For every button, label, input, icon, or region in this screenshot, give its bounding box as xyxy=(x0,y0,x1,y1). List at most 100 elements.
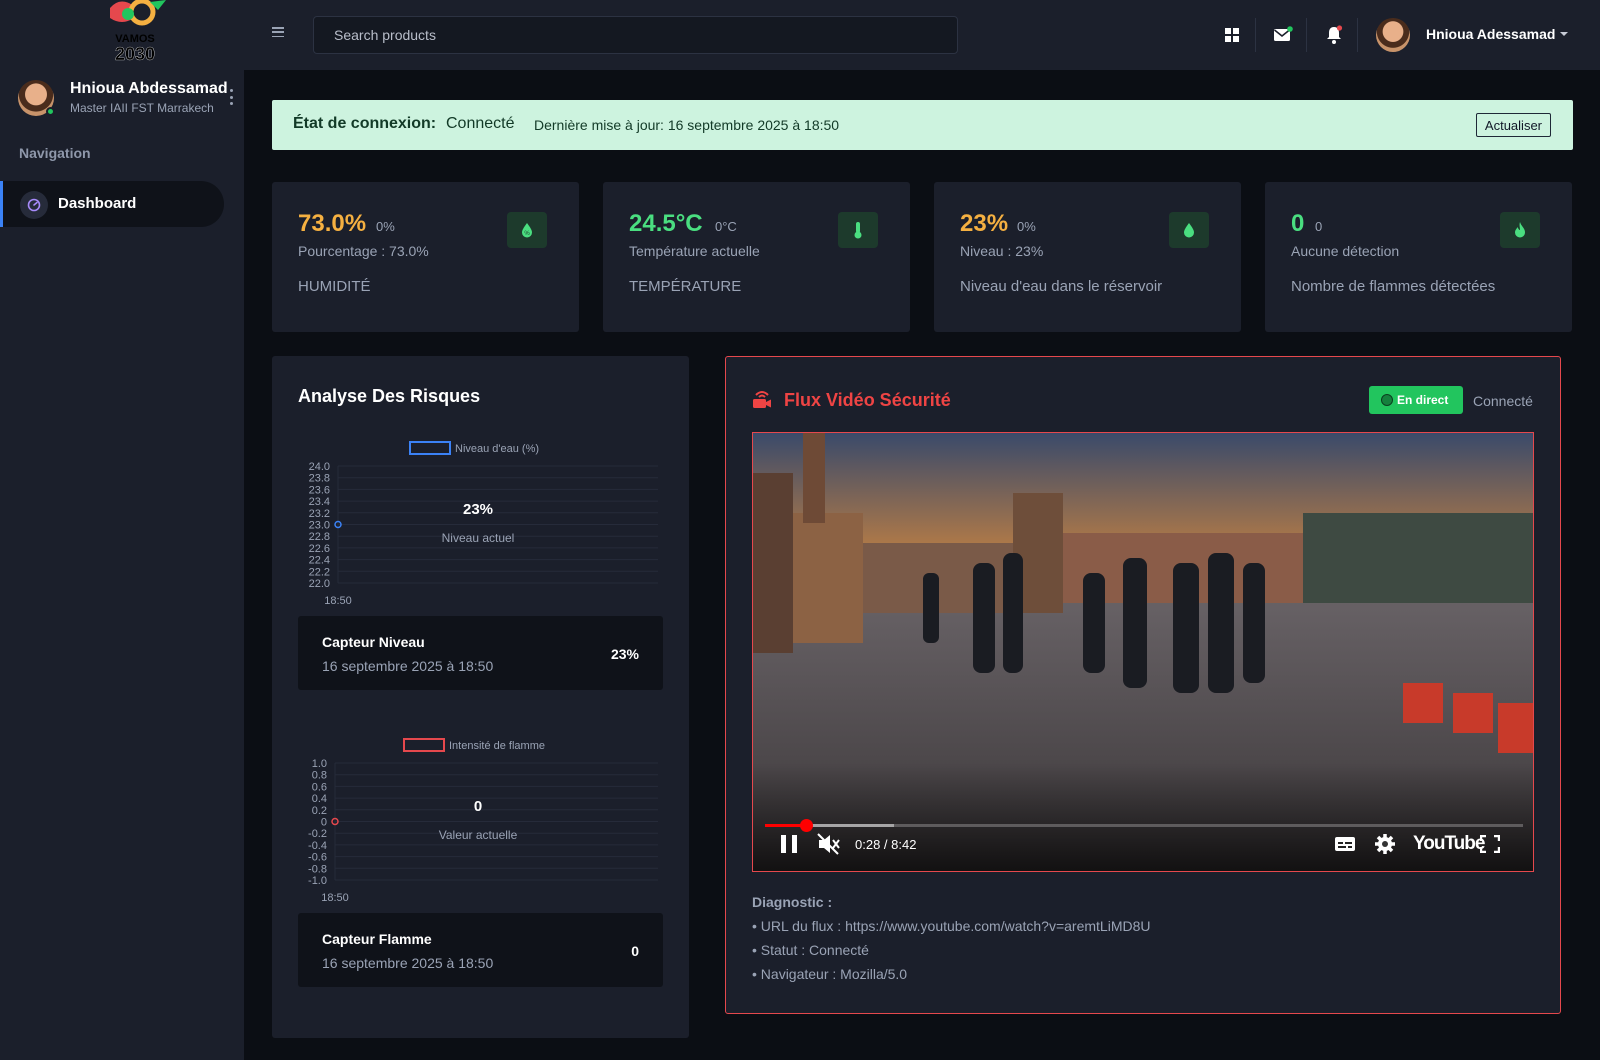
y-tick-label: -0.8 xyxy=(308,863,327,875)
y-tick-label: -0.6 xyxy=(308,852,327,864)
y-tick-label: 22.0 xyxy=(309,578,330,590)
toolbar-divider xyxy=(1255,18,1256,52)
flame-card: 0 0 Aucune détection Nombre de flammes d… xyxy=(1265,182,1572,332)
y-tick-label: 0.4 xyxy=(312,793,327,805)
sidebar-user: Hnioua Abdessamad Master IAII FST Marrak… xyxy=(18,80,240,116)
y-tick-label: -0.4 xyxy=(308,840,327,852)
chart-center-label: Niveau actuel xyxy=(442,531,515,545)
flame-sensor-card: Capteur Flamme 16 septembre 2025 à 18:50… xyxy=(298,913,663,987)
topbar-user-name[interactable]: Hnioua Adessamad xyxy=(1426,26,1555,42)
card-subtitle: Aucune détection xyxy=(1291,243,1400,259)
diagnostic-line: • Statut : Connecté xyxy=(752,942,869,958)
avatar xyxy=(18,80,55,116)
flame-intensity-chart: Intensité de flamme 1.00.80.60.40.20-0.2… xyxy=(308,738,658,904)
toolbar-divider xyxy=(1306,18,1307,52)
youtube-logo[interactable]: YouTube xyxy=(1413,833,1485,855)
card-delta: 0% xyxy=(1017,219,1036,234)
pause-icon[interactable] xyxy=(781,835,797,853)
refresh-button[interactable]: Actualiser xyxy=(1475,113,1551,137)
sidebar-item-dashboard[interactable]: Dashboard xyxy=(0,181,224,227)
y-tick-label: 1.0 xyxy=(312,758,327,770)
thermometer-icon xyxy=(838,212,878,248)
y-tick-label: 22.6 xyxy=(309,543,330,555)
svg-text:%: % xyxy=(524,231,530,237)
menu-toggle-icon[interactable] xyxy=(272,27,284,37)
chart-center-value: 23% xyxy=(463,501,493,518)
live-badge: En direct xyxy=(1369,386,1463,414)
sensor-value: 23% xyxy=(610,646,639,662)
legend-swatch xyxy=(403,738,445,752)
subtitles-icon[interactable] xyxy=(1334,836,1356,852)
fullscreen-icon[interactable] xyxy=(1480,835,1500,853)
video-progress-track[interactable] xyxy=(765,819,1523,832)
y-tick-label: 23.2 xyxy=(309,508,330,520)
y-tick-label: 22.8 xyxy=(309,531,330,543)
sidebar: VAMOS 2030 Hnioua Abdessamad Master IAII… xyxy=(0,0,244,1060)
water-level-chart: Niveau d'eau (%) 24.023.823.623.423.223.… xyxy=(309,441,658,607)
card-label: TEMPÉRATURE xyxy=(629,278,742,295)
y-tick-label: 0.8 xyxy=(312,770,327,782)
card-delta: 0% xyxy=(376,219,395,234)
card-value: 23% xyxy=(960,210,1009,237)
panel-title: Analyse Des Risques xyxy=(298,386,481,406)
water-level-card: 23% 0% Niveau : 23% Niveau d'eau dans le… xyxy=(934,182,1241,332)
water-drop-icon xyxy=(1169,212,1209,248)
gridlines xyxy=(334,762,658,881)
video-player[interactable]: 0:28 / 8:42 YouTube xyxy=(752,432,1534,872)
search-input[interactable] xyxy=(313,16,958,54)
x-tick-label: 18:50 xyxy=(321,892,349,904)
diagnostic-line: • Navigateur : Mozilla/5.0 xyxy=(752,966,908,982)
stream-status: Connecté xyxy=(1473,393,1533,409)
dashboard-gauge-icon xyxy=(20,191,48,219)
sidebar-user-subtitle: Master IAII FST Marrakech xyxy=(70,101,214,115)
avatar[interactable] xyxy=(1376,18,1410,52)
y-axis: 24.023.823.623.423.223.022.822.622.422.2… xyxy=(309,461,330,590)
y-axis: 1.00.80.60.40.20-0.2-0.4-0.6-0.8-1.0 xyxy=(308,758,327,887)
y-tick-label: -0.2 xyxy=(308,828,327,840)
last-update-text: Dernière mise à jour: 16 septembre 2025 … xyxy=(534,117,840,133)
video-scrubber-handle[interactable] xyxy=(799,819,813,832)
card-label: Nombre de flammes détectées xyxy=(1291,278,1496,295)
diagnostic-line: • URL du flux : https://www.youtube.com/… xyxy=(752,918,1151,934)
chevron-down-icon[interactable] xyxy=(1560,32,1568,36)
chart-center-label: Valeur actuelle xyxy=(439,828,518,842)
card-label: HUMIDITÉ xyxy=(298,278,371,295)
mail-icon[interactable] xyxy=(1271,23,1295,47)
flame-icon xyxy=(1500,212,1540,248)
kebab-menu-icon[interactable] xyxy=(230,89,234,105)
y-tick-label: 23.8 xyxy=(309,473,330,485)
apps-grid-icon[interactable] xyxy=(1220,23,1244,47)
card-subtitle: Niveau : 23% xyxy=(960,243,1044,259)
toolbar-divider xyxy=(1357,18,1358,52)
video-frame xyxy=(753,433,1533,871)
connection-label: État de connexion: xyxy=(293,115,437,132)
mute-icon[interactable] xyxy=(817,833,841,855)
card-value: 0 xyxy=(1291,210,1305,237)
morocco-2030-logo: VAMOS 2030 xyxy=(110,0,166,64)
sensor-date: 16 septembre 2025 à 18:50 xyxy=(322,658,494,674)
video-time: 0:28 / 8:42 xyxy=(855,837,917,852)
gridlines xyxy=(337,465,658,584)
live-dot-icon xyxy=(1381,394,1393,406)
connection-status: Connecté xyxy=(446,115,515,132)
sensor-title: Capteur Niveau xyxy=(322,634,425,650)
online-status-dot xyxy=(46,107,55,116)
y-tick-label: 24.0 xyxy=(309,461,330,473)
security-video-panel: Flux Vidéo Sécurité En direct Connecté 0… xyxy=(725,356,1561,1014)
panel-title: Flux Vidéo Sécurité xyxy=(784,390,951,410)
settings-gear-icon[interactable] xyxy=(1374,833,1396,855)
nav-section-title: Navigation xyxy=(19,145,91,161)
legend-swatch xyxy=(409,441,451,455)
connection-status-banner: État de connexion: Connecté Dernière mis… xyxy=(272,100,1573,150)
card-subtitle: Pourcentage : 73.0% xyxy=(298,243,429,259)
y-tick-label: -1.0 xyxy=(308,875,327,887)
bell-icon[interactable] xyxy=(1322,23,1346,47)
humidity-card: 73.0% 0% Pourcentage : 73.0% HUMIDITÉ % xyxy=(272,182,579,332)
y-tick-label: 22.4 xyxy=(309,555,330,567)
y-tick-label: 0 xyxy=(321,817,327,829)
y-tick-label: 23.0 xyxy=(309,520,330,532)
y-tick-label: 22.2 xyxy=(309,566,330,578)
legend-label: Intensité de flamme xyxy=(449,740,545,752)
temperature-card: 24.5°C 0°C Température actuelle TEMPÉRAT… xyxy=(603,182,910,332)
card-delta: 0 xyxy=(1315,219,1323,234)
